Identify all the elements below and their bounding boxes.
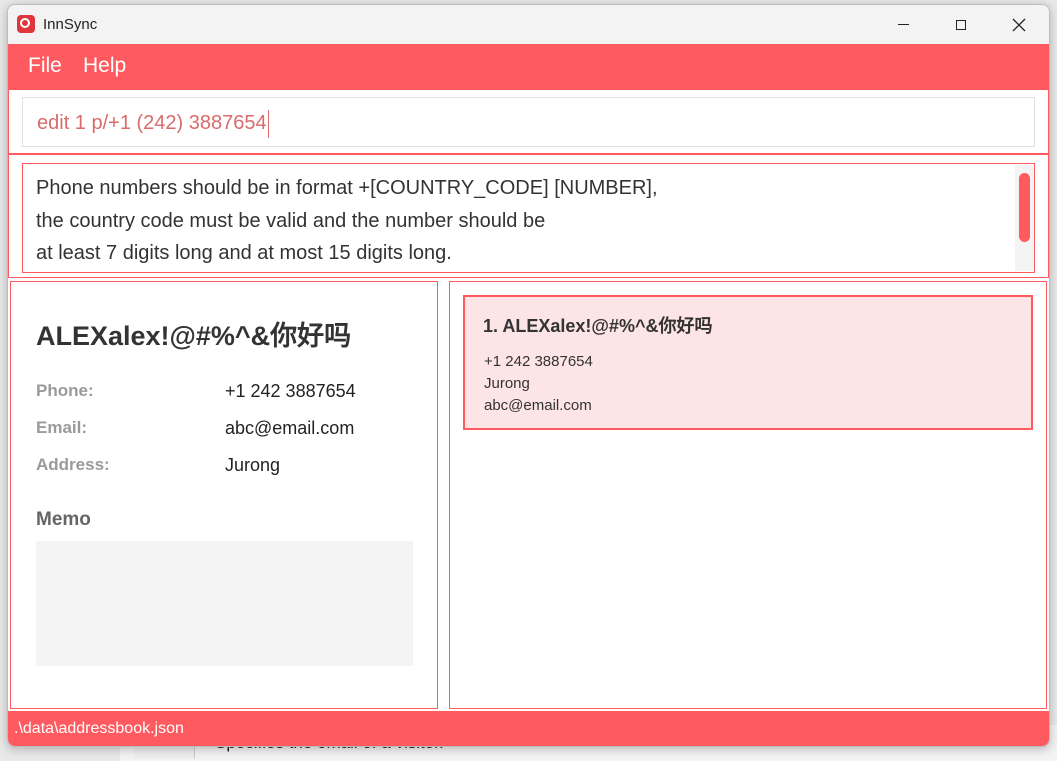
result-message: Phone numbers should be in format +[COUN…	[36, 172, 996, 270]
result-line: Phone numbers should be in format +[COUN…	[36, 177, 658, 199]
result-line: the country code must be valid and the n…	[36, 209, 546, 232]
close-button[interactable]	[990, 5, 1048, 44]
menu-help[interactable]: Help	[83, 54, 126, 78]
list-item-address: Jurong	[484, 375, 530, 392]
window-title: InnSync	[43, 16, 98, 33]
list-item-phone: +1 242 3887654	[484, 353, 593, 370]
close-icon	[1012, 18, 1026, 31]
result-display-pane: Phone numbers should be in format +[COUN…	[8, 154, 1049, 278]
email-value: abc@email.com	[225, 418, 355, 438]
status-bar: .\data\addressbook.json	[8, 711, 1049, 746]
command-box-pane: edit 1 p/+1 (242) 3887654	[8, 89, 1049, 154]
phone-value: +1 242 3887654	[225, 381, 356, 401]
address-value: Jurong	[225, 455, 281, 475]
app-window: InnSync File Help edit 1 p/+1 (242) 3887…	[7, 4, 1050, 747]
minimize-icon	[897, 24, 909, 25]
menu-file[interactable]: File	[28, 54, 62, 78]
maximize-button[interactable]	[932, 5, 990, 44]
visitor-name: ALEXalex!@#%^&你好吗	[36, 321, 352, 351]
list-item-email: abc@email.com	[484, 397, 592, 414]
save-file-path: .\data\addressbook.json	[14, 720, 184, 737]
memo-field[interactable]	[36, 541, 413, 666]
title-bar: InnSync	[8, 5, 1049, 44]
app-logo-icon	[17, 15, 35, 33]
visitor-list-panel: 1. ALEXalex!@#%^&你好吗 +1 242 3887654 Juro…	[449, 281, 1047, 709]
memo-label: Memo	[36, 509, 91, 530]
result-scrollbar[interactable]	[1015, 165, 1034, 271]
visitor-detail-panel: ALEXalex!@#%^&你好吗 Phone: +1 242 3887654 …	[10, 281, 438, 709]
text-caret	[267, 109, 269, 138]
command-input[interactable]: edit 1 p/+1 (242) 3887654	[22, 97, 1035, 147]
command-input-text: edit 1 p/+1 (242) 3887654	[37, 112, 267, 134]
email-label: Email:	[36, 418, 88, 437]
list-item[interactable]: 1. ALEXalex!@#%^&你好吗 +1 242 3887654 Juro…	[463, 295, 1033, 430]
result-display: Phone numbers should be in format +[COUN…	[22, 163, 1035, 273]
list-item-title: 1. ALEXalex!@#%^&你好吗	[483, 316, 713, 336]
scrollbar-thumb[interactable]	[1019, 173, 1030, 242]
minimize-button[interactable]	[874, 5, 932, 44]
maximize-icon	[956, 19, 966, 30]
menu-bar: File Help	[8, 44, 1049, 89]
address-label: Address:	[36, 455, 110, 474]
phone-label: Phone:	[36, 381, 94, 400]
result-line: at least 7 digits long and at most 15 di…	[36, 242, 452, 264]
